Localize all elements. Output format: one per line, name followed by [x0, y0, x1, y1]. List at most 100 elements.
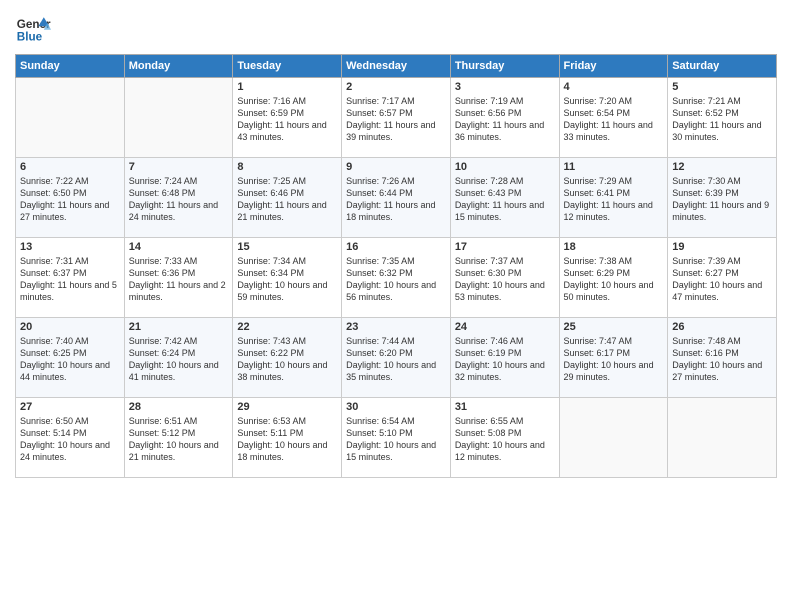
day-of-week-header: Friday [559, 55, 668, 78]
day-number: 28 [129, 401, 229, 413]
calendar-cell: 31Sunrise: 6:55 AM Sunset: 5:08 PM Dayli… [450, 398, 559, 478]
calendar-cell: 18 Sunrise: 7:38 AM Sunset: 6:29 PM Dayli… [559, 238, 668, 318]
day-number: 4 [564, 81, 664, 93]
calendar-cell: 14Sunrise: 7:33 AM Sunset: 6:36 PM Dayli… [124, 238, 233, 318]
day-detail: Sunrise: 7:20 AM Sunset: 6:54 PM Dayligh… [564, 95, 664, 144]
day-number: 16 [346, 241, 446, 253]
day-number: 24 [455, 321, 555, 333]
calendar-week-row: 13Sunrise: 7:31 AM Sunset: 6:37 PM Dayli… [16, 238, 777, 318]
calendar-week-row: 6 Sunrise: 7:22 AM Sunset: 6:50 PM Daylig… [16, 158, 777, 238]
day-number: 3 [455, 81, 555, 93]
calendar-cell: 15 Sunrise: 7:34 AM Sunset: 6:34 PM Dayli… [233, 238, 342, 318]
calendar-cell: 16 Sunrise: 7:35 AM Sunset: 6:32 PM Dayli… [342, 238, 451, 318]
day-detail: Sunrise: 6:53 AM Sunset: 5:11 PM Dayligh… [237, 415, 337, 464]
day-number: 9 [346, 161, 446, 173]
day-number: 2 [346, 81, 446, 93]
day-detail: Sunrise: 7:21 AM Sunset: 6:52 PM Dayligh… [672, 95, 772, 144]
day-detail: Sunrise: 6:54 AM Sunset: 5:10 PM Dayligh… [346, 415, 446, 464]
day-number: 11 [564, 161, 664, 173]
calendar-cell: 28 Sunrise: 6:51 AM Sunset: 5:12 PM Dayli… [124, 398, 233, 478]
day-number: 25 [564, 321, 664, 333]
calendar-cell: 9 Sunrise: 7:26 AM Sunset: 6:44 PM Daylig… [342, 158, 451, 238]
day-number: 8 [237, 161, 337, 173]
day-detail: Sunrise: 7:19 AM Sunset: 6:56 PM Dayligh… [455, 95, 555, 144]
day-number: 13 [20, 241, 120, 253]
day-number: 5 [672, 81, 772, 93]
calendar-cell [559, 398, 668, 478]
day-detail: Sunrise: 7:42 AM Sunset: 6:24 PM Dayligh… [129, 335, 229, 384]
day-number: 27 [20, 401, 120, 413]
calendar-cell: 26Sunrise: 7:48 AM Sunset: 6:16 PM Dayli… [668, 318, 777, 398]
day-number: 12 [672, 161, 772, 173]
calendar-cell: 1 Sunrise: 7:16 AM Sunset: 6:59 PM Daylig… [233, 78, 342, 158]
day-number: 30 [346, 401, 446, 413]
day-detail: Sunrise: 6:51 AM Sunset: 5:12 PM Dayligh… [129, 415, 229, 464]
calendar-cell: 24 Sunrise: 7:46 AM Sunset: 6:19 PM Dayli… [450, 318, 559, 398]
day-detail: Sunrise: 7:43 AM Sunset: 6:22 PM Dayligh… [237, 335, 337, 384]
day-detail: Sunrise: 7:46 AM Sunset: 6:19 PM Dayligh… [455, 335, 555, 384]
day-detail: Sunrise: 7:38 AM Sunset: 6:29 PM Dayligh… [564, 255, 664, 304]
calendar-cell: 8 Sunrise: 7:25 AM Sunset: 6:46 PM Daylig… [233, 158, 342, 238]
day-detail: Sunrise: 7:28 AM Sunset: 6:43 PM Dayligh… [455, 175, 555, 224]
calendar-cell: 20 Sunrise: 7:40 AM Sunset: 6:25 PM Dayli… [16, 318, 125, 398]
calendar-cell: 5 Sunrise: 7:21 AM Sunset: 6:52 PM Daylig… [668, 78, 777, 158]
day-detail: Sunrise: 7:26 AM Sunset: 6:44 PM Dayligh… [346, 175, 446, 224]
day-detail: Sunrise: 7:44 AM Sunset: 6:20 PM Dayligh… [346, 335, 446, 384]
day-number: 18 [564, 241, 664, 253]
day-detail: Sunrise: 7:25 AM Sunset: 6:46 PM Dayligh… [237, 175, 337, 224]
day-number: 21 [129, 321, 229, 333]
calendar-cell: 6 Sunrise: 7:22 AM Sunset: 6:50 PM Daylig… [16, 158, 125, 238]
calendar-cell: 4 Sunrise: 7:20 AM Sunset: 6:54 PM Daylig… [559, 78, 668, 158]
calendar-cell: 17 Sunrise: 7:37 AM Sunset: 6:30 PM Dayli… [450, 238, 559, 318]
day-detail: Sunrise: 7:35 AM Sunset: 6:32 PM Dayligh… [346, 255, 446, 304]
calendar-cell: 29 Sunrise: 6:53 AM Sunset: 5:11 PM Dayli… [233, 398, 342, 478]
calendar-cell: 19 Sunrise: 7:39 AM Sunset: 6:27 PM Dayli… [668, 238, 777, 318]
day-detail: Sunrise: 7:24 AM Sunset: 6:48 PM Dayligh… [129, 175, 229, 224]
calendar-week-row: 20 Sunrise: 7:40 AM Sunset: 6:25 PM Dayli… [16, 318, 777, 398]
day-number: 6 [20, 161, 120, 173]
day-detail: Sunrise: 7:34 AM Sunset: 6:34 PM Dayligh… [237, 255, 337, 304]
day-number: 20 [20, 321, 120, 333]
calendar-cell [16, 78, 125, 158]
day-detail: Sunrise: 6:55 AM Sunset: 5:08 PM Dayligh… [455, 415, 555, 464]
day-number: 29 [237, 401, 337, 413]
svg-text:Blue: Blue [17, 31, 43, 44]
day-detail: Sunrise: 7:40 AM Sunset: 6:25 PM Dayligh… [20, 335, 120, 384]
day-of-week-header: Wednesday [342, 55, 451, 78]
calendar-week-row: 27 Sunrise: 6:50 AM Sunset: 5:14 PM Dayli… [16, 398, 777, 478]
calendar-cell: 25Sunrise: 7:47 AM Sunset: 6:17 PM Dayli… [559, 318, 668, 398]
calendar-week-row: 1 Sunrise: 7:16 AM Sunset: 6:59 PM Daylig… [16, 78, 777, 158]
calendar-cell: 13Sunrise: 7:31 AM Sunset: 6:37 PM Dayli… [16, 238, 125, 318]
calendar-cell: 27 Sunrise: 6:50 AM Sunset: 5:14 PM Dayli… [16, 398, 125, 478]
day-detail: Sunrise: 7:37 AM Sunset: 6:30 PM Dayligh… [455, 255, 555, 304]
day-detail: Sunrise: 7:17 AM Sunset: 6:57 PM Dayligh… [346, 95, 446, 144]
calendar-cell: 22 Sunrise: 7:43 AM Sunset: 6:22 PM Dayli… [233, 318, 342, 398]
logo-icon: General Blue [15, 10, 51, 46]
day-detail: Sunrise: 7:22 AM Sunset: 6:50 PM Dayligh… [20, 175, 120, 224]
day-detail: Sunrise: 7:39 AM Sunset: 6:27 PM Dayligh… [672, 255, 772, 304]
calendar-cell: 12Sunrise: 7:30 AM Sunset: 6:39 PM Dayli… [668, 158, 777, 238]
calendar-cell: 10Sunrise: 7:28 AM Sunset: 6:43 PM Dayli… [450, 158, 559, 238]
day-detail: Sunrise: 6:50 AM Sunset: 5:14 PM Dayligh… [20, 415, 120, 464]
day-of-week-header: Saturday [668, 55, 777, 78]
day-number: 19 [672, 241, 772, 253]
day-number: 22 [237, 321, 337, 333]
calendar-cell: 30 Sunrise: 6:54 AM Sunset: 5:10 PM Dayli… [342, 398, 451, 478]
day-detail: Sunrise: 7:16 AM Sunset: 6:59 PM Dayligh… [237, 95, 337, 144]
day-number: 7 [129, 161, 229, 173]
day-of-week-header: Monday [124, 55, 233, 78]
calendar-cell [124, 78, 233, 158]
calendar-cell: 21 Sunrise: 7:42 AM Sunset: 6:24 PM Dayli… [124, 318, 233, 398]
main-container: General Blue SundayMondayTuesdayWednesda… [0, 0, 792, 488]
calendar-header-row: SundayMondayTuesdayWednesdayThursdayFrid… [16, 55, 777, 78]
day-number: 1 [237, 81, 337, 93]
day-detail: Sunrise: 7:29 AM Sunset: 6:41 PM Dayligh… [564, 175, 664, 224]
calendar-cell: 23 Sunrise: 7:44 AM Sunset: 6:20 PM Dayli… [342, 318, 451, 398]
calendar-cell: 11 Sunrise: 7:29 AM Sunset: 6:41 PM Dayli… [559, 158, 668, 238]
calendar-cell: 7 Sunrise: 7:24 AM Sunset: 6:48 PM Daylig… [124, 158, 233, 238]
day-number: 17 [455, 241, 555, 253]
day-number: 15 [237, 241, 337, 253]
day-detail: Sunrise: 7:33 AM Sunset: 6:36 PM Dayligh… [129, 255, 229, 304]
day-number: 23 [346, 321, 446, 333]
calendar-cell: 2 Sunrise: 7:17 AM Sunset: 6:57 PM Daylig… [342, 78, 451, 158]
